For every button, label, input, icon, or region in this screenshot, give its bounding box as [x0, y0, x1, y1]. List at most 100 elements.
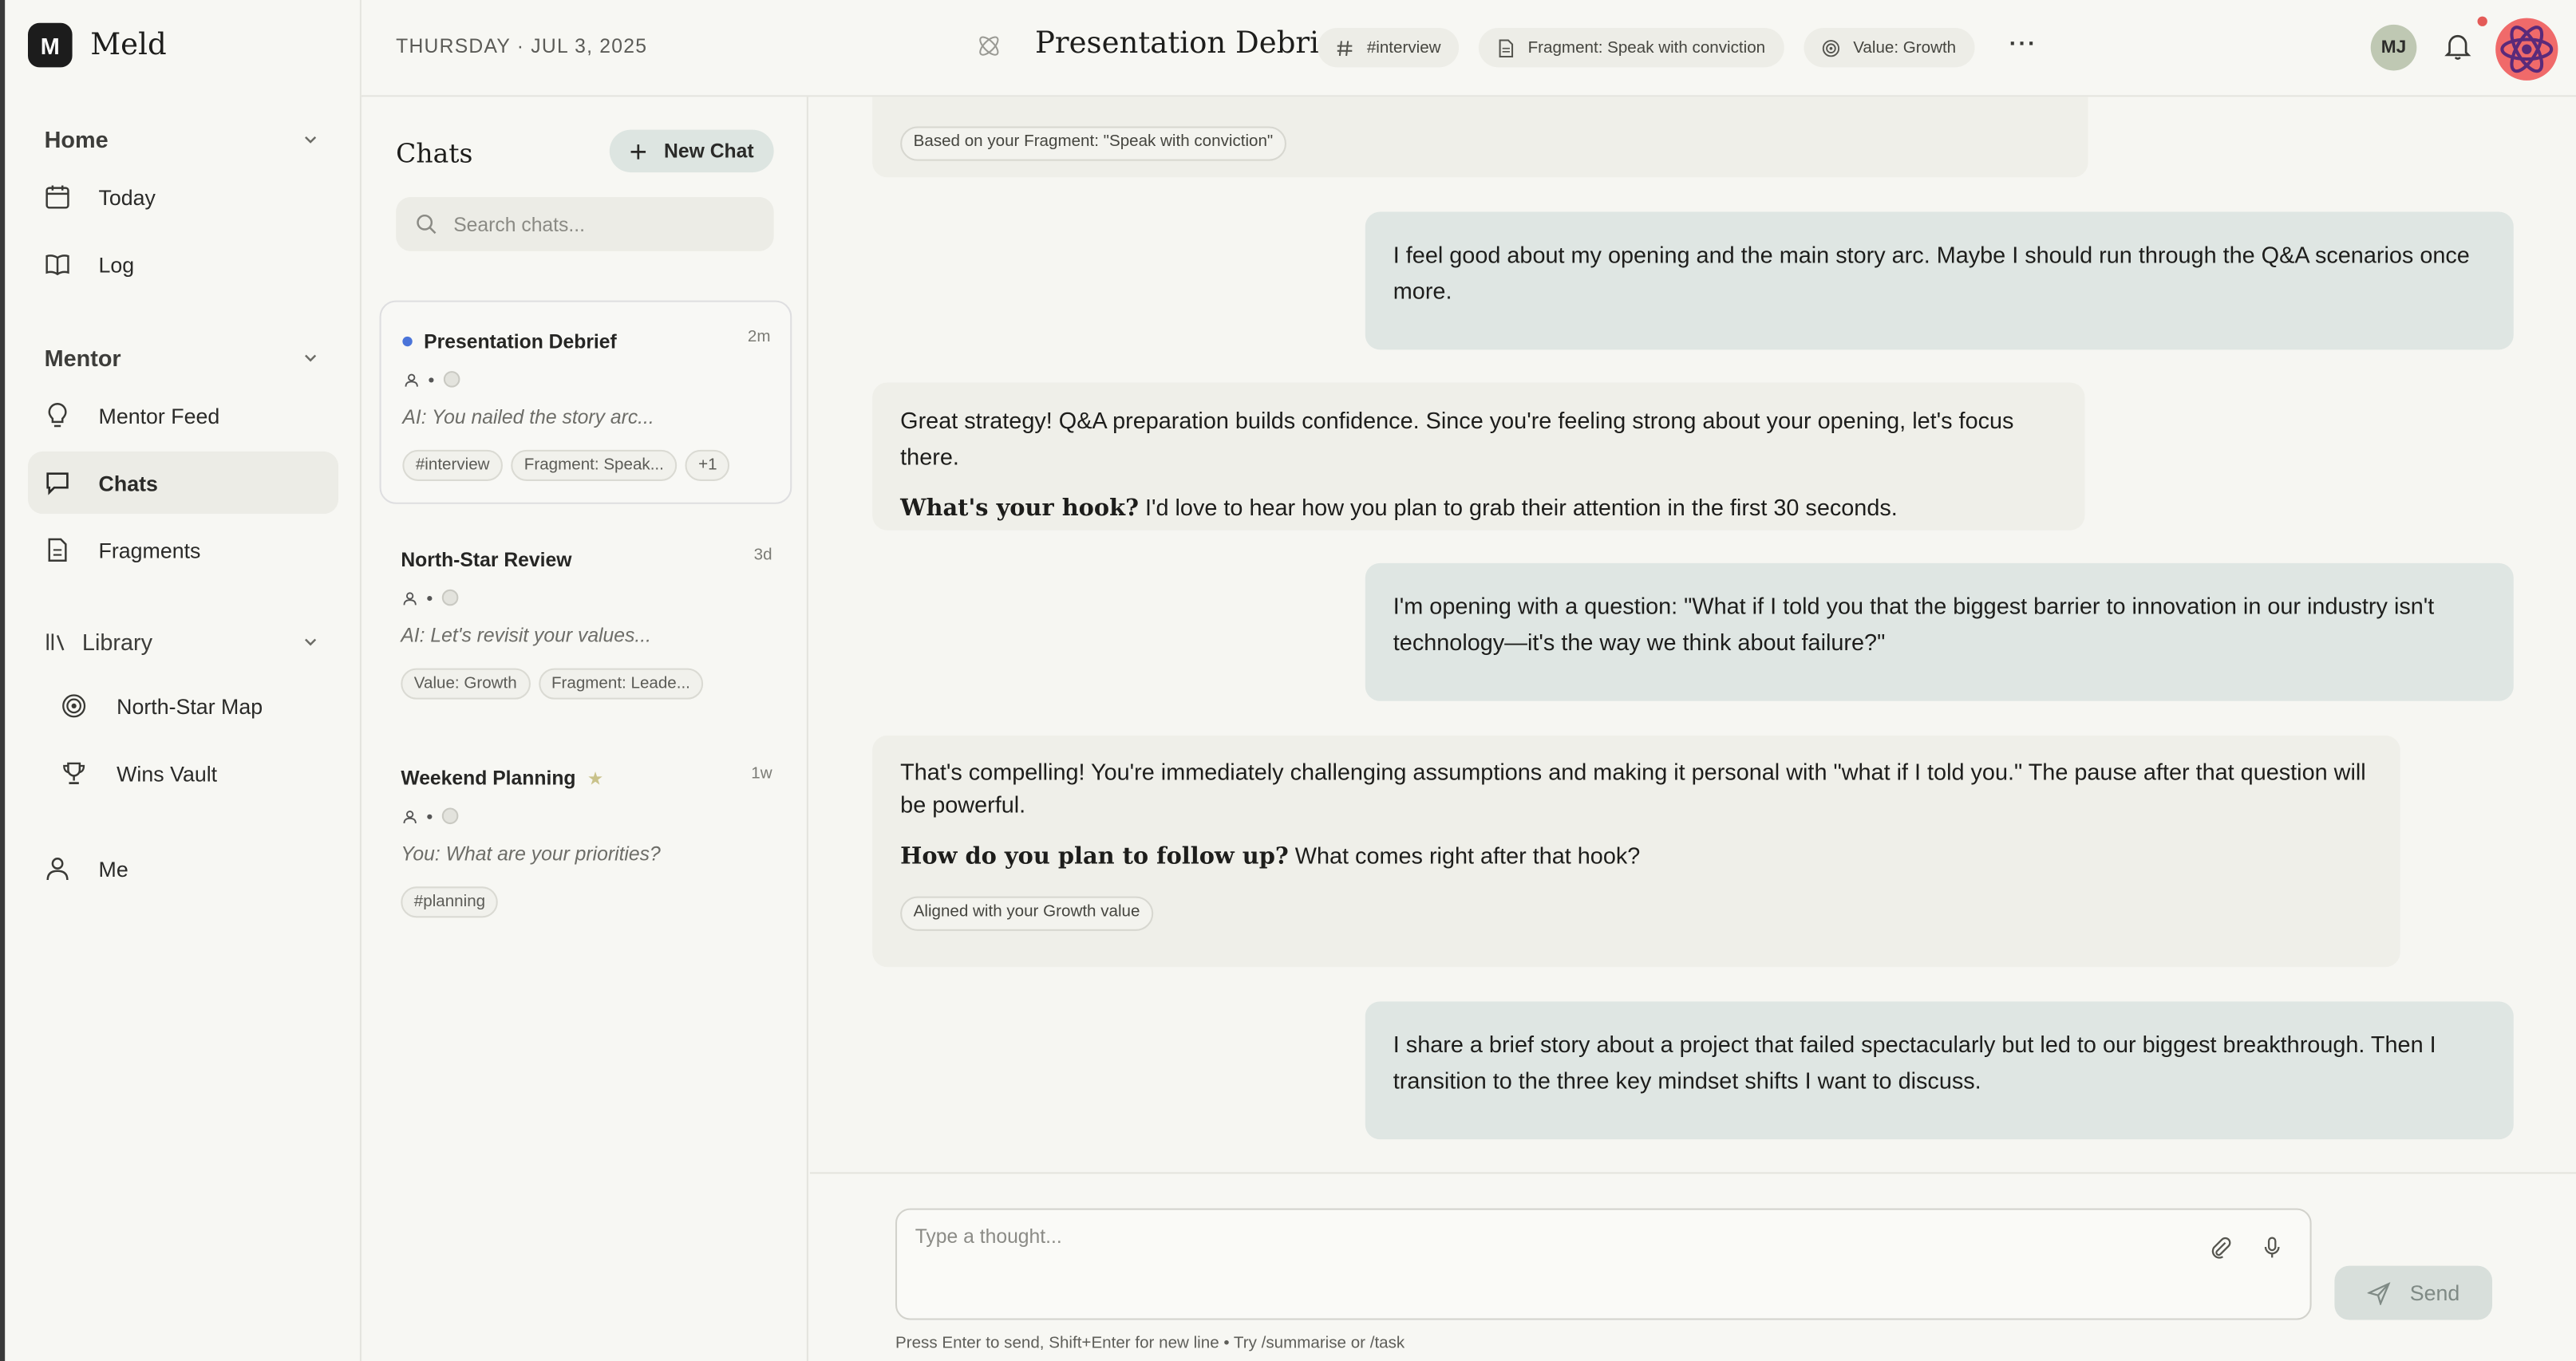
sidebar-item-chats[interactable]: Chats	[27, 451, 339, 515]
message-followup: What comes right after that hook?	[1294, 842, 1641, 869]
user-message: I'm opening with a question: "What if I …	[1365, 562, 2514, 701]
lightbulb-icon	[48, 403, 67, 428]
bell-icon[interactable]	[2443, 31, 2472, 61]
participants	[402, 589, 459, 606]
chat-time: 1w	[751, 764, 772, 783]
chevron-down-icon	[305, 638, 317, 646]
chats-title: Chats	[396, 137, 473, 169]
chat-list-item[interactable]: Weekend Planning ★ 1w You: What are your …	[380, 739, 792, 942]
bot-icon	[443, 371, 460, 388]
brand[interactable]: M Meld	[27, 22, 167, 68]
atom-icon	[979, 36, 999, 56]
sidebar-item-label: Me	[98, 856, 128, 882]
search-input[interactable]: Search chats...	[396, 196, 774, 251]
microphone-icon[interactable]	[2261, 1237, 2284, 1260]
ai-message: Great strategy! Q&A preparation builds c…	[872, 382, 2085, 531]
chat-tag: Fragment: Leade...	[538, 668, 704, 700]
paperclip-icon[interactable]	[2210, 1237, 2233, 1260]
message-input[interactable]: Type a thought...	[895, 1208, 2312, 1320]
search-placeholder: Search chats...	[453, 212, 585, 236]
app-root: M Meld Home Today Log Mentor Mentor Feed…	[0, 0, 2576, 1361]
sidebar-item-wins-vault[interactable]: Wins Vault	[28, 742, 338, 804]
star-icon: ★	[587, 769, 604, 789]
composer-area: Type a thought... Send Press Enter to se…	[809, 1172, 2576, 1361]
unread-dot	[402, 336, 413, 347]
target-icon	[62, 694, 86, 718]
chat-list-item[interactable]: North-Star Review 3d AI: Let's revisit y…	[380, 520, 792, 724]
message-question: How do you plan to follow up?	[900, 843, 1289, 870]
more-options-button[interactable]: ···	[2009, 30, 2037, 56]
sidebar-item-label: Log	[98, 251, 135, 277]
chat-tag: Fragment: Speak...	[511, 449, 678, 481]
sidebar-item-label: Mentor Feed	[98, 403, 220, 428]
sidebar-item-mentor-feed[interactable]: Mentor Feed	[28, 385, 338, 447]
composer-hint: Press Enter to send, Shift+Enter for new…	[895, 1335, 1405, 1353]
user-message: I feel good about my opening and the mai…	[1365, 211, 2514, 350]
chat-tags: Value: Growth Fragment: Leade...	[401, 668, 704, 700]
sidebar: M Meld Home Today Log Mentor Mentor Feed…	[0, 0, 362, 1361]
library-icon	[46, 633, 65, 651]
chip-value[interactable]: Value: Growth	[1804, 27, 1974, 68]
send-icon	[2367, 1281, 2391, 1305]
new-chat-label: New Chat	[664, 139, 754, 163]
avatar[interactable]: MJ	[2370, 24, 2417, 71]
separator-dot	[427, 594, 433, 601]
chat-tag-more: +1	[685, 449, 731, 481]
calendar-icon	[45, 185, 69, 209]
chip-fragment[interactable]: Fragment: Speak with conviction	[1478, 27, 1784, 68]
notification-dot	[2477, 16, 2487, 26]
message-question: What's your hook?	[900, 495, 1139, 523]
top-bar: THURSDAY · JUL 3, 2025 Presentation Debr…	[361, 0, 2576, 97]
bot-icon	[441, 589, 459, 606]
document-icon	[48, 538, 67, 562]
context-tag: Based on your Fragment: "Speak with conv…	[900, 125, 1286, 160]
sidebar-item-today[interactable]: Today	[28, 166, 338, 228]
message-text: I feel good about my opening and the mai…	[1393, 241, 2470, 304]
target-icon	[1822, 39, 1840, 57]
ai-message: That's compelling! You're immediately ch…	[872, 735, 2400, 968]
chip-label: Fragment: Speak with conviction	[1527, 38, 1766, 57]
chat-name: Presentation Debrief	[424, 329, 617, 353]
section-library-label: Library	[81, 629, 153, 656]
person-icon	[403, 810, 417, 823]
section-library[interactable]: Library	[45, 629, 321, 655]
plus-icon	[630, 144, 646, 159]
person-icon	[46, 858, 69, 881]
bot-icon	[441, 807, 459, 825]
book-icon	[45, 254, 69, 276]
sidebar-item-fragments[interactable]: Fragments	[28, 519, 338, 581]
section-mentor-label: Mentor	[44, 345, 121, 372]
sidebar-item-label: Today	[98, 184, 156, 210]
react-logo-icon[interactable]	[2494, 17, 2559, 82]
user-message: I share a brief story about a project th…	[1365, 1001, 2514, 1140]
chat-list-item[interactable]: Presentation Debrief 2m AI: You nailed t…	[379, 300, 792, 504]
sidebar-item-label: North-Star Map	[117, 693, 263, 719]
chat-preview: AI: You nailed the story arc...	[402, 405, 654, 429]
chat-preview: You: What are your priorities?	[401, 842, 661, 866]
sidebar-item-north-star-map[interactable]: North-Star Map	[28, 675, 338, 737]
sidebar-item-log[interactable]: Log	[28, 233, 338, 295]
section-home[interactable]: Home	[45, 126, 321, 152]
person-icon	[403, 591, 417, 605]
chip-interview[interactable]: #interview	[1318, 27, 1460, 68]
sidebar-item-label: Wins Vault	[117, 760, 218, 786]
message-text: I share a brief story about a project th…	[1393, 1031, 2436, 1094]
section-home-label: Home	[44, 126, 109, 153]
separator-dot	[429, 377, 434, 382]
chat-tag: Value: Growth	[401, 668, 531, 700]
new-chat-button[interactable]: New Chat	[609, 129, 774, 173]
send-button[interactable]: Send	[2334, 1265, 2493, 1320]
chip-label: Value: Growth	[1853, 38, 1957, 57]
ai-message: Based on your Fragment: "Speak with conv…	[872, 97, 2088, 178]
sidebar-item-me[interactable]: Me	[28, 838, 338, 900]
sidebar-item-label: Chats	[98, 470, 158, 495]
chat-bubble-icon	[46, 472, 69, 495]
section-mentor[interactable]: Mentor	[45, 345, 321, 371]
chat-preview: AI: Let's revisit your values...	[401, 624, 651, 647]
chat-tag: #interview	[402, 449, 504, 481]
conversation: Based on your Fragment: "Speak with conv…	[809, 97, 2576, 1173]
trophy-icon	[63, 762, 85, 784]
app-logo: M	[27, 22, 73, 68]
chats-panel: Chats New Chat Search chats... Presentat…	[362, 97, 808, 1361]
chat-time: 3d	[753, 546, 772, 565]
